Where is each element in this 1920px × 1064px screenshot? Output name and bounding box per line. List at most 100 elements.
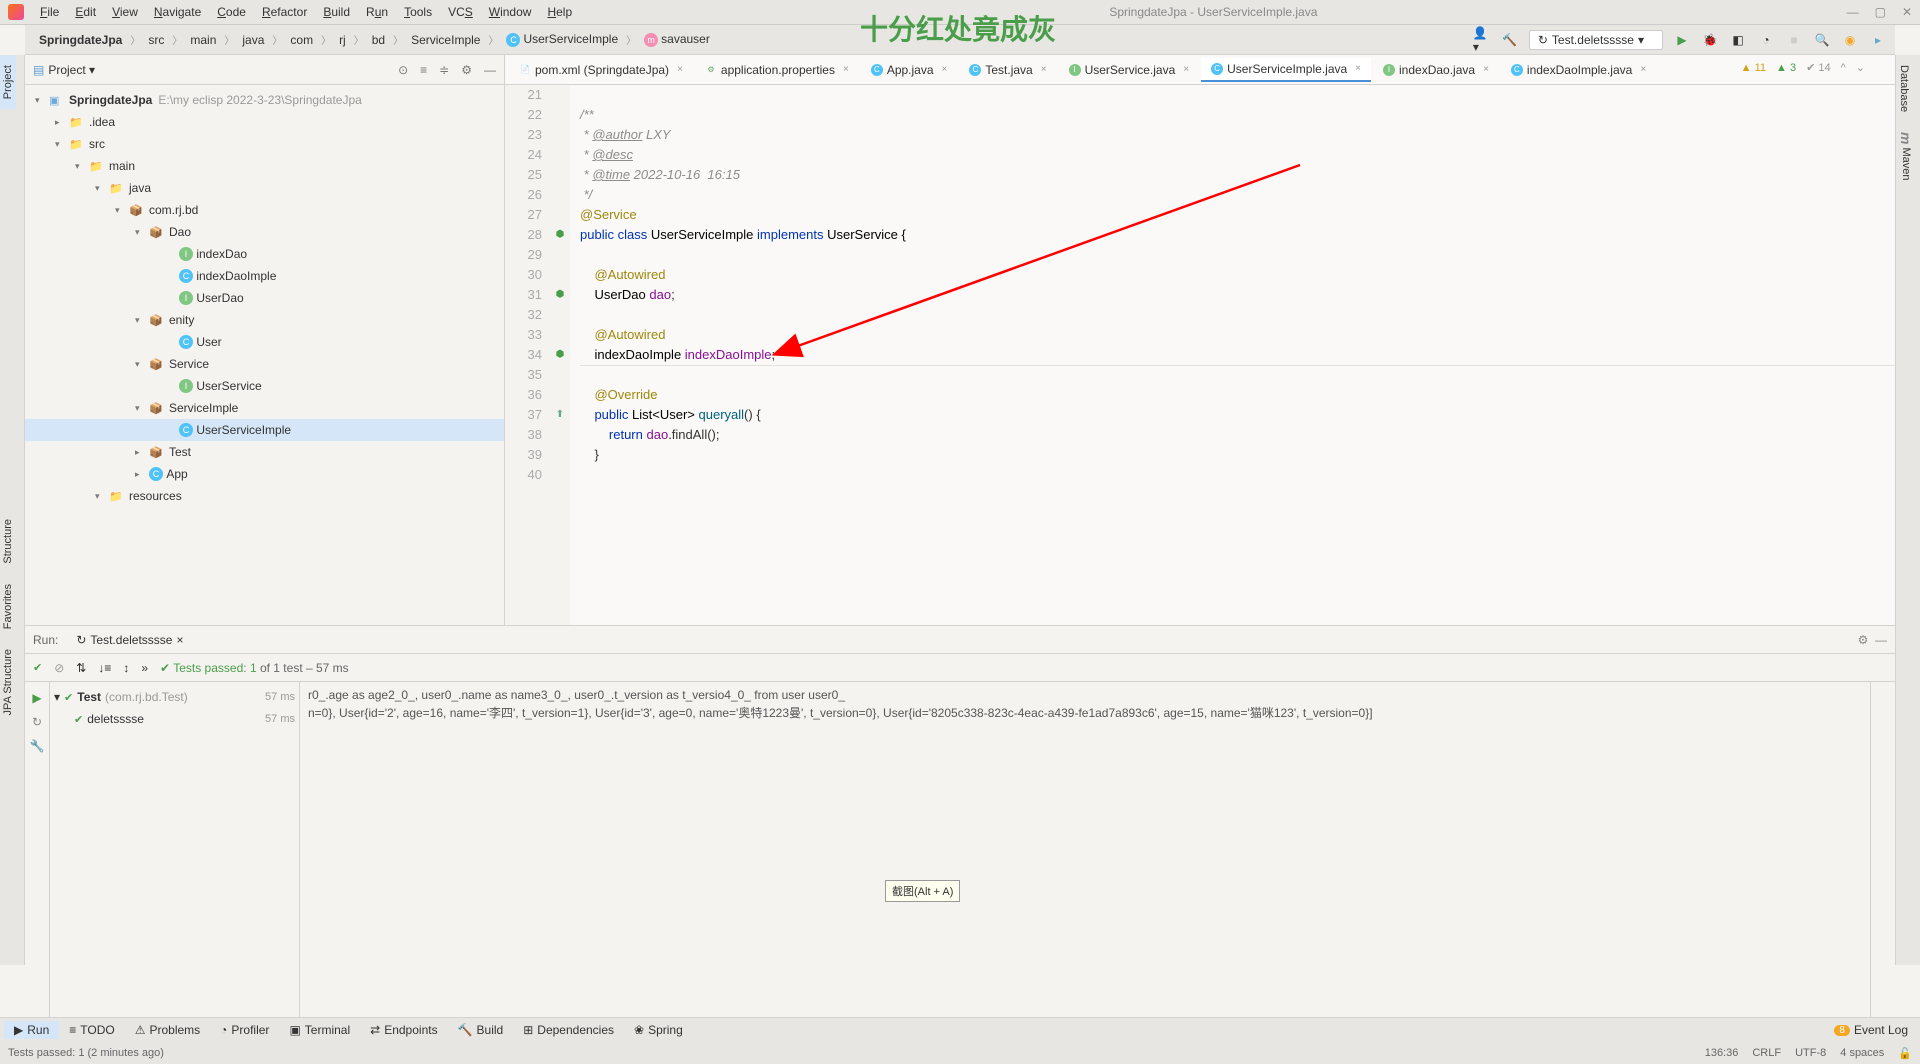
menu-navigate[interactable]: Navigate [146, 3, 209, 21]
cursor-position[interactable]: 136:36 [1705, 1047, 1739, 1060]
menu-view[interactable]: View [104, 3, 146, 21]
tree-userdao[interactable]: I UserDao [25, 287, 504, 309]
menu-help[interactable]: Help [539, 3, 580, 21]
crumb-project[interactable]: SpringdateJpa [33, 31, 128, 49]
tab-userservice[interactable]: IUserService.java× [1059, 59, 1200, 81]
bottom-tab-terminal[interactable]: ▣ Terminal [279, 1021, 360, 1039]
tree-src[interactable]: ▾📁src [25, 133, 504, 155]
encoding[interactable]: UTF-8 [1795, 1047, 1826, 1060]
bottom-tab-build[interactable]: 🔨 Build [448, 1021, 514, 1039]
select-opened-icon[interactable]: ⊙ [398, 63, 408, 77]
sort2-icon[interactable]: ↓≡ [98, 661, 111, 675]
crumb-method[interactable]: msavauser [638, 30, 716, 49]
failed-icon[interactable]: ⊘ [54, 661, 64, 675]
menu-tools[interactable]: Tools [396, 3, 440, 21]
project-view-label[interactable]: Project ▾ [48, 63, 398, 77]
run-config-dropdown[interactable]: ↻ Test.deletsssse ▾ [1529, 30, 1663, 50]
tab-app[interactable]: CApp.java× [861, 59, 958, 81]
tree-userserviceimple[interactable]: C UserServiceImple [25, 419, 504, 441]
tree-root[interactable]: ▾▣SpringdateJpaE:\my eclisp 2022-3-23\Sp… [25, 89, 504, 111]
project-tree[interactable]: ▾▣SpringdateJpaE:\my eclisp 2022-3-23\Sp… [25, 85, 504, 625]
menu-code[interactable]: Code [209, 3, 254, 21]
crumb-rj[interactable]: rj [333, 31, 352, 49]
warning-indicator[interactable]: ▲ 11 [1741, 62, 1766, 74]
debug-icon[interactable]: 🐞 [1701, 31, 1719, 49]
hide-icon[interactable]: — [484, 63, 496, 77]
maximize-button[interactable]: ▢ [1875, 5, 1886, 19]
run-hide-icon[interactable]: — [1875, 633, 1887, 647]
impl-icon[interactable]: ⬢ [550, 225, 570, 245]
search-icon[interactable]: 🔍 [1813, 31, 1831, 49]
bottom-tab-run[interactable]: ▶ Run [4, 1021, 59, 1039]
menu-refactor[interactable]: Refactor [254, 3, 315, 21]
bottom-tab-spring[interactable]: ❀ Spring [624, 1021, 693, 1039]
bottom-tab-endpoints[interactable]: ⇄ Endpoints [360, 1021, 447, 1039]
bottom-tab-dependencies[interactable]: ⊞ Dependencies [513, 1021, 624, 1039]
user-icon[interactable]: 👤▾ [1473, 31, 1491, 49]
crumb-com[interactable]: com [284, 31, 319, 49]
crumb-bd[interactable]: bd [366, 31, 391, 49]
test-child[interactable]: ✔deletsssse57 ms [54, 708, 295, 730]
tree-dao[interactable]: ▾📦Dao [25, 221, 504, 243]
tab-pom[interactable]: 📄pom.xml (SpringdateJpa)× [509, 59, 693, 81]
menu-file[interactable]: File [32, 3, 67, 21]
tree-app[interactable]: ▸C App [25, 463, 504, 485]
tree-user[interactable]: C User [25, 331, 504, 353]
right-tab-database[interactable]: Database [1896, 55, 1912, 122]
left-tab-structure[interactable]: Structure [0, 509, 16, 574]
tab-test[interactable]: CTest.java× [959, 59, 1056, 81]
crumb-java[interactable]: java [236, 31, 270, 49]
indent[interactable]: 4 spaces [1840, 1047, 1884, 1060]
test-root[interactable]: ▾✔Test (com.rj.bd.Test)57 ms [54, 686, 295, 708]
test-tree[interactable]: ▾✔Test (com.rj.bd.Test)57 ms ✔deletsssse… [50, 682, 300, 1017]
run-settings-icon[interactable]: ⚙ [1858, 633, 1869, 647]
bean-icon[interactable]: ⬢ [550, 285, 570, 305]
run-icon[interactable]: ▶ [1673, 31, 1691, 49]
close-icon[interactable]: × [677, 64, 683, 75]
minimize-button[interactable]: — [1847, 5, 1859, 19]
tree-java[interactable]: ▾📁java [25, 177, 504, 199]
settings-icon[interactable]: ⚙ [461, 63, 472, 77]
coverage-icon[interactable]: ◧ [1729, 31, 1747, 49]
tree-pkg[interactable]: ▾📦com.rj.bd [25, 199, 504, 221]
lock-icon[interactable]: 🔓 [1898, 1047, 1912, 1060]
expand-all-icon[interactable]: ≡ [420, 63, 427, 77]
check-icon[interactable]: ✔ [33, 661, 42, 674]
code-content[interactable]: /** * @author LXY * @desc * @time 2022-1… [570, 85, 1895, 625]
menu-vcs[interactable]: VCS [440, 3, 481, 21]
crumb-main[interactable]: main [184, 31, 222, 49]
prev-highlight-icon[interactable]: ^ [1841, 62, 1846, 74]
wrench-icon[interactable]: 🔧 [25, 734, 49, 758]
typo-indicator[interactable]: ✔ 14 [1806, 61, 1831, 74]
tab-indexdaoimple[interactable]: CindexDaoImple.java× [1501, 59, 1656, 81]
tree-idea[interactable]: ▸📁.idea [25, 111, 504, 133]
rerun-icon[interactable]: ▶ [25, 686, 49, 710]
profile-icon[interactable]: ◔ [1757, 31, 1775, 49]
tree-service[interactable]: ▾📦Service [25, 353, 504, 375]
bottom-tab-problems[interactable]: ⚠ Problems [125, 1021, 210, 1039]
menu-window[interactable]: Window [481, 3, 540, 21]
sort-icon[interactable]: ⇅ [76, 661, 86, 675]
tree-serviceimple[interactable]: ▾📦ServiceImple [25, 397, 504, 419]
console-output[interactable]: r0_.age as age2_0_, user0_.name as name3… [300, 682, 1870, 1017]
menu-build[interactable]: Build [315, 3, 358, 21]
close-button[interactable]: ✕ [1902, 5, 1912, 19]
menu-edit[interactable]: Edit [67, 3, 104, 21]
jpa-buddy-icon[interactable]: ▸ [1869, 31, 1887, 49]
tree-indexdao[interactable]: I indexDao [25, 243, 504, 265]
bean-icon[interactable]: ⬢ [550, 345, 570, 365]
left-tab-project[interactable]: Project [0, 55, 16, 109]
stop-icon[interactable]: ■ [1785, 31, 1803, 49]
ok-indicator[interactable]: ▲ 3 [1776, 62, 1796, 74]
left-tab-jpa[interactable]: JPA Structure [0, 639, 16, 725]
collapse-all-icon[interactable]: ≑ [439, 63, 449, 77]
tree-resources[interactable]: ▾📁resources [25, 485, 504, 507]
crumb-serviceimple[interactable]: ServiceImple [405, 31, 486, 49]
event-log[interactable]: 8Event Log [1826, 1021, 1916, 1039]
tab-app-props[interactable]: ⚙application.properties× [695, 59, 859, 81]
tree-main[interactable]: ▾📁main [25, 155, 504, 177]
next-highlight-icon[interactable]: ⌄ [1856, 61, 1865, 74]
menu-run[interactable]: Run [358, 3, 396, 21]
updates-icon[interactable]: ◉ [1841, 31, 1859, 49]
line-separator[interactable]: CRLF [1752, 1047, 1781, 1060]
